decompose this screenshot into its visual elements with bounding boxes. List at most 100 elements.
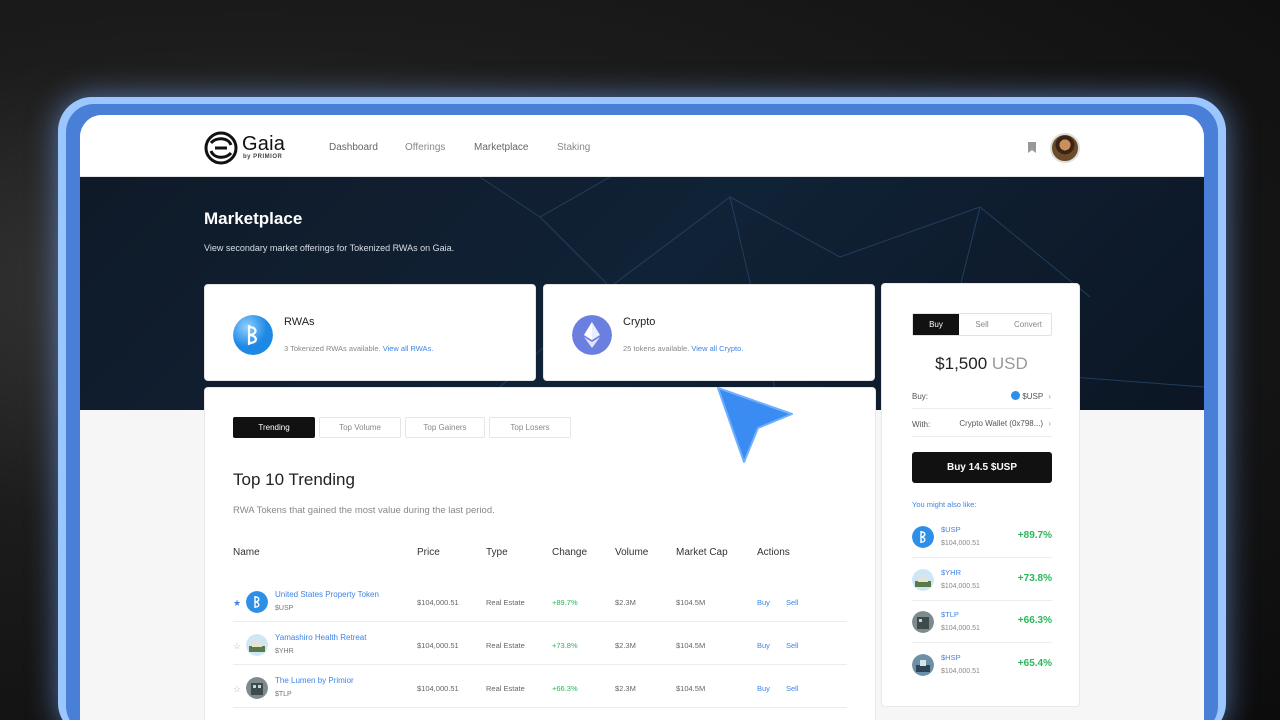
price-cell: $104,000.51 <box>417 684 459 693</box>
buy-asset-selector[interactable]: $USP › <box>1011 391 1051 401</box>
price-cell: $104,000.51 <box>417 641 459 650</box>
rec-symbol: $USP <box>941 525 961 534</box>
token-name-link[interactable]: United States Property Token <box>275 590 379 599</box>
trade-amount[interactable]: $1,500 USD <box>882 354 1081 374</box>
bookmark-icon[interactable] <box>1028 142 1036 153</box>
column-header-market-cap[interactable]: Market Cap <box>676 547 728 558</box>
token-name-link[interactable]: The Lumen by Primior <box>275 676 354 685</box>
buy-token-button[interactable]: Buy 14.5 $USP <box>912 452 1052 483</box>
column-header-type[interactable]: Type <box>486 547 508 558</box>
token-symbol: $TLP <box>275 691 292 698</box>
rec-symbol: $TLP <box>941 610 959 619</box>
rec-price: $104,000.51 <box>941 540 980 547</box>
tlp-token-icon <box>912 611 934 633</box>
nav-link-offerings[interactable]: Offerings <box>405 142 445 153</box>
nav-link-dashboard[interactable]: Dashboard <box>329 142 378 153</box>
usp-token-icon <box>912 526 934 548</box>
category-card-rwas[interactable]: RWAs 3 Tokenized RWAs available. View al… <box>204 284 536 381</box>
page-subtitle: View secondary market offerings for Toke… <box>204 243 455 253</box>
table-row[interactable]: ★ United States Property Token $USP $104… <box>233 580 847 622</box>
tlp-token-icon <box>246 677 268 699</box>
nav-link-staking[interactable]: Staking <box>557 142 590 153</box>
section-title: Top 10 Trending <box>233 470 355 489</box>
column-header-change[interactable]: Change <box>552 547 587 558</box>
top-navbar: Gaia by PRIMIOR Dashboard Offerings Mark… <box>80 115 1204 177</box>
recommendation-item[interactable]: $YHR $104,000.51 +73.8% <box>912 559 1052 601</box>
star-outline-icon[interactable]: ☆ <box>233 641 241 652</box>
column-header-price[interactable]: Price <box>417 547 440 558</box>
rwa-token-icon <box>233 315 273 355</box>
type-cell: Real Estate <box>486 684 525 693</box>
category-count-text: 3 Tokenized RWAs available. <box>284 344 381 353</box>
volume-cell: $2.3M <box>615 598 636 607</box>
type-cell: Real Estate <box>486 598 525 607</box>
change-cell: +73.8% <box>552 641 578 650</box>
app-screen: Gaia by PRIMIOR Dashboard Offerings Mark… <box>80 115 1204 720</box>
user-avatar[interactable] <box>1050 133 1080 163</box>
sell-button[interactable]: Sell <box>786 598 799 607</box>
mode-convert-tab[interactable]: Convert <box>1005 314 1051 335</box>
trade-panel: Buy Sell Convert $1,500 USD Buy: $USP › … <box>881 283 1080 707</box>
divider <box>912 408 1052 409</box>
divider <box>912 436 1052 437</box>
category-card-crypto[interactable]: Crypto 25 tokens available. View all Cry… <box>543 284 875 381</box>
ethereum-icon <box>572 315 612 355</box>
type-cell: Real Estate <box>486 641 525 650</box>
mode-sell-tab[interactable]: Sell <box>959 314 1005 335</box>
chevron-right-icon: › <box>1048 392 1051 401</box>
star-icon[interactable]: ★ <box>233 598 241 609</box>
section-subtitle: RWA Tokens that gained the most value du… <box>233 505 495 516</box>
volume-cell: $2.3M <box>615 641 636 650</box>
buy-asset-label: Buy: <box>912 392 929 401</box>
volume-cell: $2.3M <box>615 684 636 693</box>
category-description: 25 tokens available. View all Crypto. <box>623 344 743 353</box>
category-count-text: 25 tokens available. <box>623 344 690 353</box>
sell-button[interactable]: Sell <box>786 641 799 650</box>
rec-change: +73.8% <box>1017 573 1052 584</box>
rec-change: +65.4% <box>1017 658 1052 669</box>
rec-change: +89.7% <box>1017 530 1052 541</box>
tab-top-volume[interactable]: Top Volume <box>319 417 401 438</box>
market-cap-cell: $104.5M <box>676 684 706 693</box>
sell-button[interactable]: Sell <box>786 684 799 693</box>
mouse-cursor-icon <box>717 387 793 463</box>
tab-top-gainers[interactable]: Top Gainers <box>405 417 485 438</box>
nav-link-marketplace[interactable]: Marketplace <box>474 142 528 153</box>
ranking-tabs: Trending Top Volume Top Gainers Top Lose… <box>233 417 571 438</box>
table-row[interactable]: ☆ Yamashiro Health Retreat $YHR $104,000… <box>233 623 847 665</box>
tab-top-losers[interactable]: Top Losers <box>489 417 571 438</box>
buy-button[interactable]: Buy <box>757 641 770 650</box>
rec-symbol: $HSP <box>941 653 961 662</box>
payment-method-value: Crypto Wallet (0x798...) <box>959 419 1044 428</box>
view-all-rwas-link[interactable]: View all RWAs. <box>383 344 434 353</box>
column-header-actions: Actions <box>757 547 790 558</box>
recommendation-item[interactable]: $HSP $104,000.51 +65.4% <box>912 644 1052 686</box>
page-title: Marketplace <box>204 209 303 228</box>
payment-method-label: With: <box>912 420 931 429</box>
tab-trending[interactable]: Trending <box>233 417 315 438</box>
buy-button[interactable]: Buy <box>757 684 770 693</box>
column-header-name[interactable]: Name <box>233 547 260 558</box>
usp-token-icon <box>246 591 268 613</box>
view-all-crypto-link[interactable]: View all Crypto. <box>691 344 743 353</box>
token-symbol: $YHR <box>275 648 294 655</box>
token-name-link[interactable]: Yamashiro Health Retreat <box>275 633 366 642</box>
price-cell: $104,000.51 <box>417 598 459 607</box>
rec-price: $104,000.51 <box>941 625 980 632</box>
usp-token-icon <box>1011 391 1021 400</box>
table-row[interactable]: ☆ The Lumen by Primior $TLP $104,000.51 … <box>233 666 847 708</box>
market-cap-cell: $104.5M <box>676 641 706 650</box>
column-header-volume[interactable]: Volume <box>615 547 648 558</box>
change-cell: +89.7% <box>552 598 578 607</box>
payment-method-selector[interactable]: Crypto Wallet (0x798...) › <box>959 419 1051 428</box>
chevron-right-icon: › <box>1048 419 1051 428</box>
recommendation-item[interactable]: $USP $104,000.51 +89.7% <box>912 516 1052 558</box>
amount-currency: USD <box>991 354 1028 373</box>
change-cell: +66.3% <box>552 684 578 693</box>
mode-buy-tab[interactable]: Buy <box>913 314 959 335</box>
gaia-logo-icon[interactable] <box>204 131 238 165</box>
star-outline-icon[interactable]: ☆ <box>233 684 241 695</box>
category-title: Crypto <box>623 316 656 328</box>
buy-button[interactable]: Buy <box>757 598 770 607</box>
recommendation-item[interactable]: $TLP $104,000.51 +66.3% <box>912 601 1052 643</box>
